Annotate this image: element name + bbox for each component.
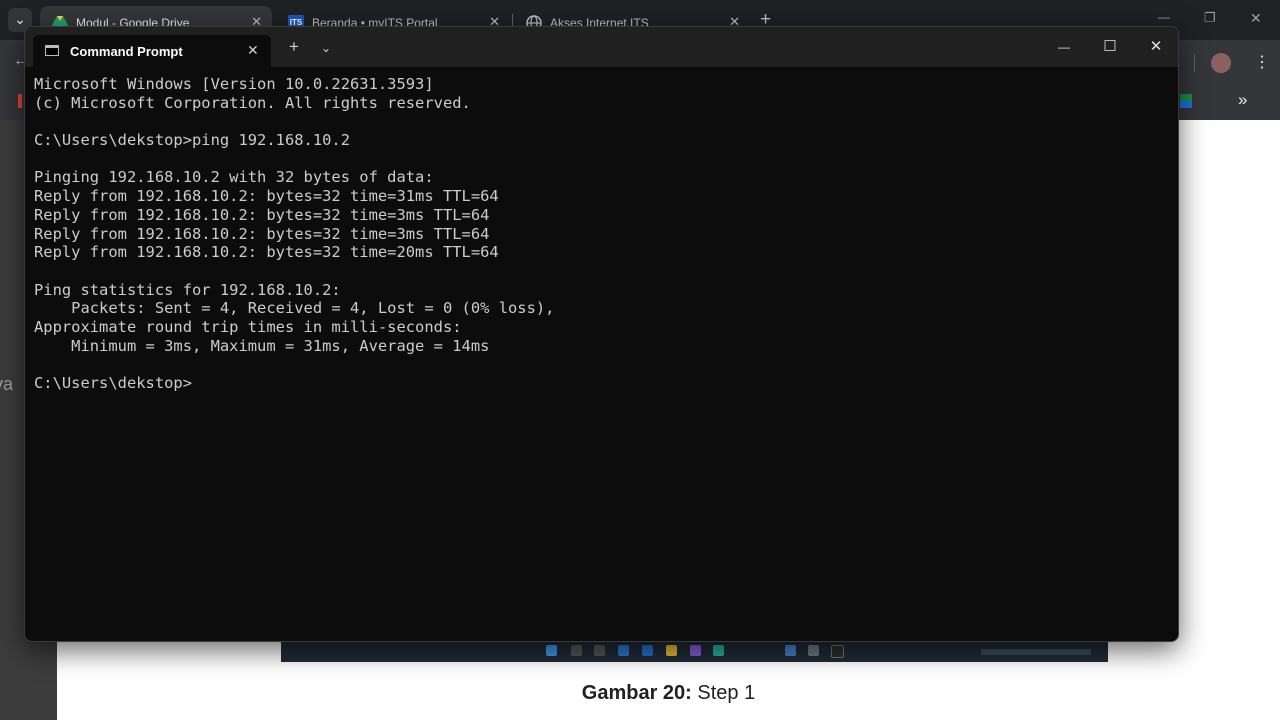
terminal-line: (c) Microsoft Corporation. All rights re…	[34, 93, 471, 112]
terminal-line: Minimum = 3ms, Maximum = 31ms, Average =…	[34, 336, 490, 355]
new-tab-button[interactable]: +	[289, 38, 299, 55]
bookmark-icon[interactable]	[18, 94, 22, 108]
menu-icon[interactable]: ⋮	[1254, 52, 1270, 72]
app-icon	[713, 645, 724, 656]
caption-label: Gambar 20:	[581, 682, 692, 704]
caption-text: Step 1	[691, 682, 756, 704]
document-side-text: va	[0, 374, 14, 394]
close-button[interactable]: ✕	[1133, 35, 1178, 59]
browser-close-button[interactable]: ✕	[1250, 10, 1262, 27]
terminal-line: Pinging 192.168.10.2 with 32 bytes of da…	[34, 168, 434, 187]
close-tab-icon[interactable]: ✕	[247, 42, 259, 59]
terminal-line: Reply from 192.168.10.2: bytes=32 time=3…	[34, 224, 490, 243]
terminal-line: C:\Users\dekstop>ping 192.168.10.2	[34, 131, 351, 150]
command-prompt-icon	[45, 45, 59, 56]
app-icon	[571, 645, 582, 656]
tab-dropdown-icon[interactable]: ⌄	[321, 41, 331, 55]
terminal-line: Packets: Sent = 4, Received = 4, Lost = …	[34, 299, 555, 318]
browser-minimize-button[interactable]: —	[1158, 10, 1170, 24]
terminal-tab[interactable]: Command Prompt ✕	[33, 35, 271, 67]
app-icon	[642, 645, 653, 656]
terminal-line: Approximate round trip times in milli-se…	[34, 317, 462, 336]
app-icon	[808, 645, 819, 656]
terminal-line: Reply from 192.168.10.2: bytes=32 time=3…	[34, 187, 499, 206]
terminal-window: Command Prompt ✕ + ⌄ — ☐ ✕ Microsoft Win…	[24, 26, 1179, 642]
avatar[interactable]	[1211, 53, 1231, 73]
app-icon	[690, 645, 701, 656]
terminal-titlebar: Command Prompt ✕ + ⌄ — ☐ ✕	[25, 27, 1178, 67]
document-caption: Gambar 20: Step 1	[57, 682, 1280, 705]
browser-restore-button[interactable]: ❐	[1204, 10, 1216, 26]
windows-start-icon	[546, 645, 557, 656]
extension-icon[interactable]	[1180, 94, 1192, 108]
terminal-tab-title: Command Prompt	[70, 44, 183, 59]
terminal-line: Reply from 192.168.10.2: bytes=32 time=2…	[34, 243, 499, 262]
more-bookmarks-icon[interactable]: »	[1238, 90, 1247, 110]
app-icon	[618, 645, 629, 656]
app-icon	[594, 645, 605, 656]
minimize-button[interactable]: —	[1041, 35, 1087, 59]
taskbar-screenshot	[281, 642, 1108, 662]
terminal-line: Ping statistics for 192.168.10.2:	[34, 280, 341, 299]
maximize-button[interactable]: ☐	[1087, 35, 1133, 59]
terminal-prompt-line[interactable]: C:\Users\dekstop>	[34, 374, 1178, 393]
app-icon	[785, 645, 796, 656]
terminal-line: Reply from 192.168.10.2: bytes=32 time=3…	[34, 205, 490, 224]
separator-line	[1194, 54, 1195, 72]
app-icon	[831, 645, 844, 658]
tray-area	[981, 649, 1091, 655]
app-icon	[666, 645, 677, 656]
terminal-output[interactable]: Microsoft Windows [Version 10.0.22631.35…	[34, 75, 1178, 641]
terminal-line: Microsoft Windows [Version 10.0.22631.35…	[34, 75, 434, 93]
